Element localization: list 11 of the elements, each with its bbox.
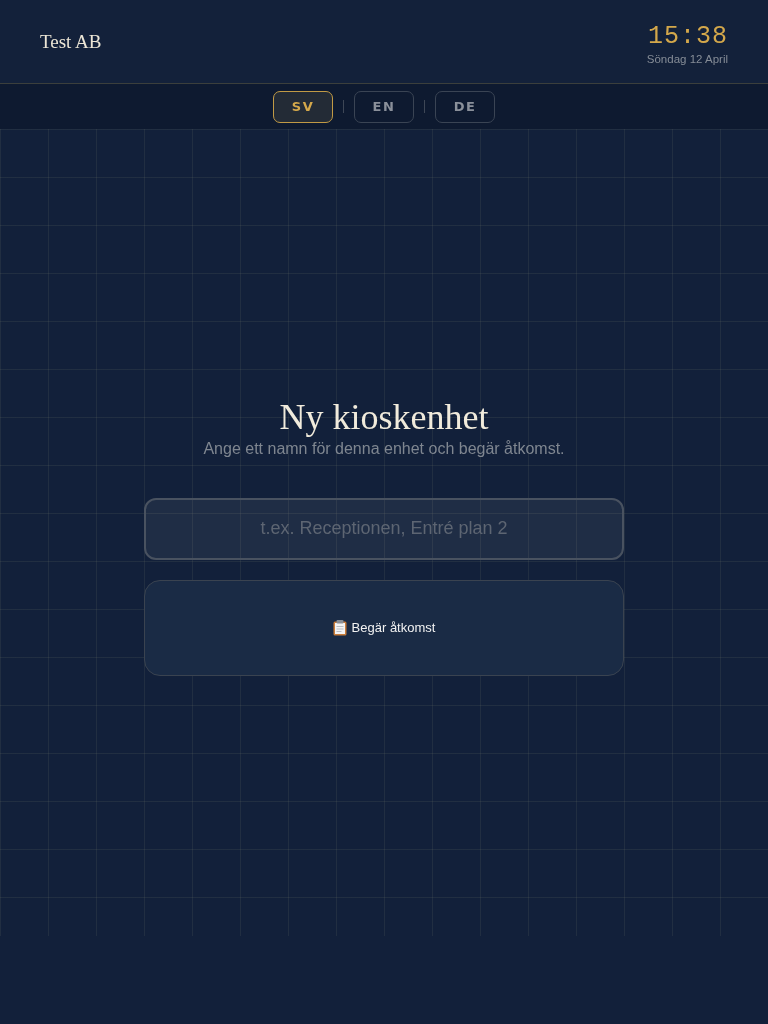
clipboard-icon <box>332 619 347 636</box>
page-title: Ny kioskenhet <box>279 395 489 438</box>
clock-time: 15:38 <box>648 24 728 50</box>
company-name: Test AB <box>40 30 102 53</box>
device-name-field[interactable]: t.ex. Receptionen, Entré plan 2 <box>144 497 624 560</box>
language-button[interactable]: SV <box>273 90 333 123</box>
request-access-button[interactable]: Begär åtkomst <box>144 579 624 676</box>
language-button[interactable]: DE <box>435 90 495 123</box>
language-button[interactable]: EN <box>354 90 414 123</box>
clock-date: Söndag 12 April <box>646 53 728 65</box>
page-subtitle: Ange ett namn för denna enhet och begär åtkomst. <box>203 439 565 458</box>
